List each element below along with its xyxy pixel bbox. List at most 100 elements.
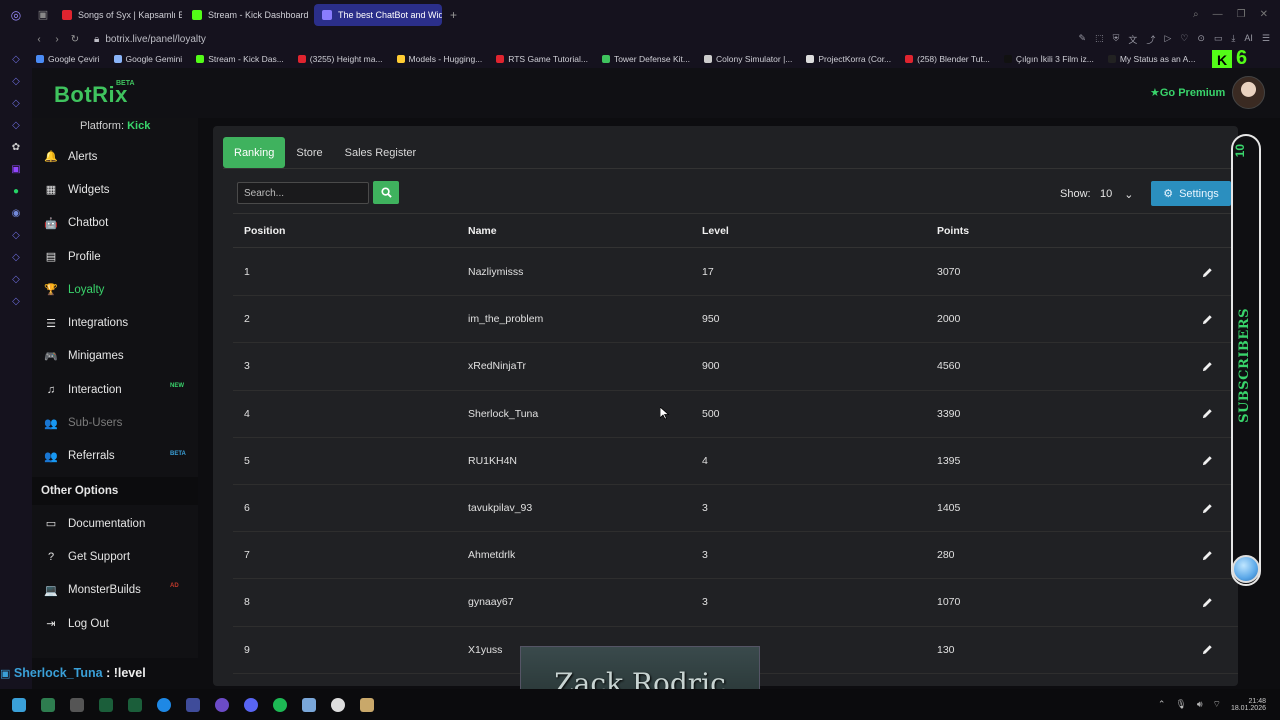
forward-icon[interactable]: › — [48, 34, 66, 45]
browser-logo-icon[interactable]: ◎ — [0, 0, 32, 29]
sidebar-item-referrals[interactable]: 👥 Referrals BETA — [32, 440, 198, 473]
sidebar-item-interaction[interactable]: ♫ Interaction NEW — [32, 373, 198, 406]
screenshot-icon[interactable]: ⬚ — [1095, 33, 1104, 46]
ai-icon[interactable]: AI — [1244, 33, 1253, 46]
edge-icon[interactable] — [157, 697, 171, 712]
bookmark-item[interactable]: (258) Blender Tut... — [905, 54, 990, 64]
browser-tab[interactable]: Stream - Kick Dashboard — [184, 4, 312, 26]
sidebar-item-monsterbuilds[interactable]: 💻 MonsterBuilds AD — [32, 574, 198, 607]
tab-sales-register[interactable]: Sales Register — [334, 137, 428, 168]
clock-date[interactable]: 18.01.2026 — [1231, 705, 1266, 712]
edit-button[interactable] — [1177, 267, 1237, 278]
edit-button[interactable] — [1177, 644, 1237, 655]
edit-button[interactable] — [1177, 408, 1237, 419]
panel-icon[interactable]: ◇ — [0, 93, 32, 115]
microphone-icon[interactable]: 🎙︎ — [1175, 699, 1186, 710]
restore-icon[interactable]: ❐ — [1237, 9, 1246, 20]
url-field[interactable]: botrix.live/panel/loyalty — [105, 34, 206, 45]
play-icon[interactable]: ▷ — [1164, 33, 1171, 46]
pin-icon[interactable]: ✎ — [1079, 33, 1087, 46]
search-button[interactable] — [373, 181, 399, 204]
sidebar-item-profile[interactable]: ▤ Profile — [32, 240, 198, 273]
sidebar-item-alerts[interactable]: 🔔 Alerts — [32, 140, 198, 173]
bookmark-item[interactable]: RTS Game Tutorial... — [496, 54, 588, 64]
go-premium-button[interactable]: ★Go Premium — [1150, 86, 1225, 99]
clock-time[interactable]: 21:48 — [1231, 698, 1266, 705]
bookmark-item[interactable]: My Status as an A... — [1107, 54, 1195, 64]
bookmark-item[interactable]: Google Çeviri — [36, 54, 100, 64]
edit-button[interactable] — [1177, 597, 1237, 608]
search-input[interactable] — [237, 182, 369, 204]
menu-icon[interactable]: ☰ — [1262, 33, 1270, 46]
tab-overview-icon[interactable]: ▣ — [32, 8, 54, 21]
column-header-position[interactable]: Position — [233, 225, 468, 237]
bookmark-item[interactable]: ProjectKorra (Cor... — [806, 54, 891, 64]
twitch-icon[interactable]: ▣ — [0, 159, 32, 181]
close-icon[interactable]: ✕ — [1260, 9, 1268, 20]
page-size-select[interactable]: 10 ⌄ — [1092, 182, 1140, 206]
browser-icon[interactable] — [186, 697, 200, 712]
sidebar-item-widgets[interactable]: ▦ Widgets — [32, 173, 198, 206]
chevron-up-icon[interactable]: ⌃ — [1158, 699, 1166, 710]
edit-button[interactable] — [1177, 361, 1237, 372]
app-icon[interactable] — [215, 697, 229, 712]
network-icon[interactable]: ⌔ — [1212, 699, 1220, 710]
panel-icon[interactable]: ◇ — [0, 247, 32, 269]
spotify-icon[interactable] — [273, 697, 287, 712]
share-icon[interactable]: ⤴ — [1146, 33, 1155, 46]
sidebar-item-chatbot[interactable]: 🤖 Chatbot — [32, 207, 198, 240]
camera-icon[interactable]: ⊙ — [1197, 33, 1205, 46]
discord-icon[interactable]: ◉ — [0, 203, 32, 225]
search-icon[interactable] — [41, 697, 55, 712]
app-icon[interactable] — [360, 697, 374, 712]
app-pt-icon[interactable] — [99, 697, 113, 712]
panel-icon[interactable]: ◇ — [0, 291, 32, 313]
sidebar-item-sub-users[interactable]: 👥 Sub-Users — [32, 406, 198, 439]
bookmark-item[interactable]: Colony Simulator |... — [704, 54, 792, 64]
windows-start-icon[interactable] — [12, 697, 26, 712]
panel-icon[interactable]: ◇ — [0, 269, 32, 291]
bookmark-item[interactable]: Çılgın İkili 3 Film iz... — [1003, 54, 1094, 64]
task-view-icon[interactable] — [70, 697, 84, 712]
bookmark-item[interactable]: Google Gemini — [113, 54, 182, 64]
edit-button[interactable] — [1177, 550, 1237, 561]
search-icon[interactable]: ⌕ — [1193, 9, 1199, 20]
bookmark-item[interactable]: Models - Hugging... — [396, 54, 482, 64]
sidebar-item-minigames[interactable]: 🎮 Minigames — [32, 340, 198, 373]
minimize-icon[interactable]: — — [1213, 9, 1223, 20]
app-icon[interactable] — [302, 697, 316, 712]
bookmark-item[interactable]: (3255) Height ma... — [297, 54, 383, 64]
sidebar-item-loyalty[interactable]: 🏆 Loyalty — [32, 273, 198, 306]
back-icon[interactable]: ‹ — [30, 34, 48, 45]
edit-button[interactable] — [1177, 503, 1237, 514]
column-header-name[interactable]: Name — [468, 225, 702, 237]
new-tab-button[interactable]: + — [444, 8, 463, 22]
edit-button[interactable] — [1177, 314, 1237, 325]
panel-icon[interactable]: ◇ — [0, 115, 32, 137]
panel-icon[interactable]: ◇ — [0, 225, 32, 247]
whatsapp-icon[interactable]: ● — [0, 181, 32, 203]
settings-button[interactable]: ⚙ Settings — [1151, 181, 1231, 206]
heart-icon[interactable]: ♡ — [1180, 33, 1188, 46]
tab-store[interactable]: Store — [285, 137, 333, 168]
openai-icon[interactable]: ✿ — [0, 137, 32, 159]
column-header-points[interactable]: Points — [937, 225, 1177, 237]
volume-icon[interactable]: 🔊︎ — [1197, 699, 1203, 710]
reload-icon[interactable]: ↻ — [66, 34, 84, 45]
sidebar-item-get-support[interactable]: ? Get Support — [32, 540, 198, 573]
shield-icon[interactable]: ⛨ — [1113, 33, 1120, 46]
browser-tab[interactable]: Songs of Syx | Kapsamlı B — [54, 4, 182, 26]
column-header-level[interactable]: Level — [702, 225, 937, 237]
browser-tab[interactable]: The best ChatBot and Wid — [314, 3, 442, 26]
sidebar-item-documentation[interactable]: ▭ Documentation — [32, 507, 198, 540]
translate-icon[interactable]: 文 — [1128, 33, 1137, 46]
edit-button[interactable] — [1177, 455, 1237, 466]
sidebar-item-integrations[interactable]: ☰ Integrations — [32, 306, 198, 339]
app-ds-icon[interactable] — [128, 697, 142, 712]
obs-icon[interactable] — [331, 697, 345, 712]
avatar[interactable] — [1232, 76, 1265, 109]
sidebar-item-log-out[interactable]: ⇥ Log Out — [32, 607, 198, 640]
panel-icon[interactable]: ◇ — [0, 71, 32, 93]
bookmark-item[interactable]: Tower Defense Kit... — [601, 54, 690, 64]
tab-ranking[interactable]: Ranking — [223, 137, 286, 168]
